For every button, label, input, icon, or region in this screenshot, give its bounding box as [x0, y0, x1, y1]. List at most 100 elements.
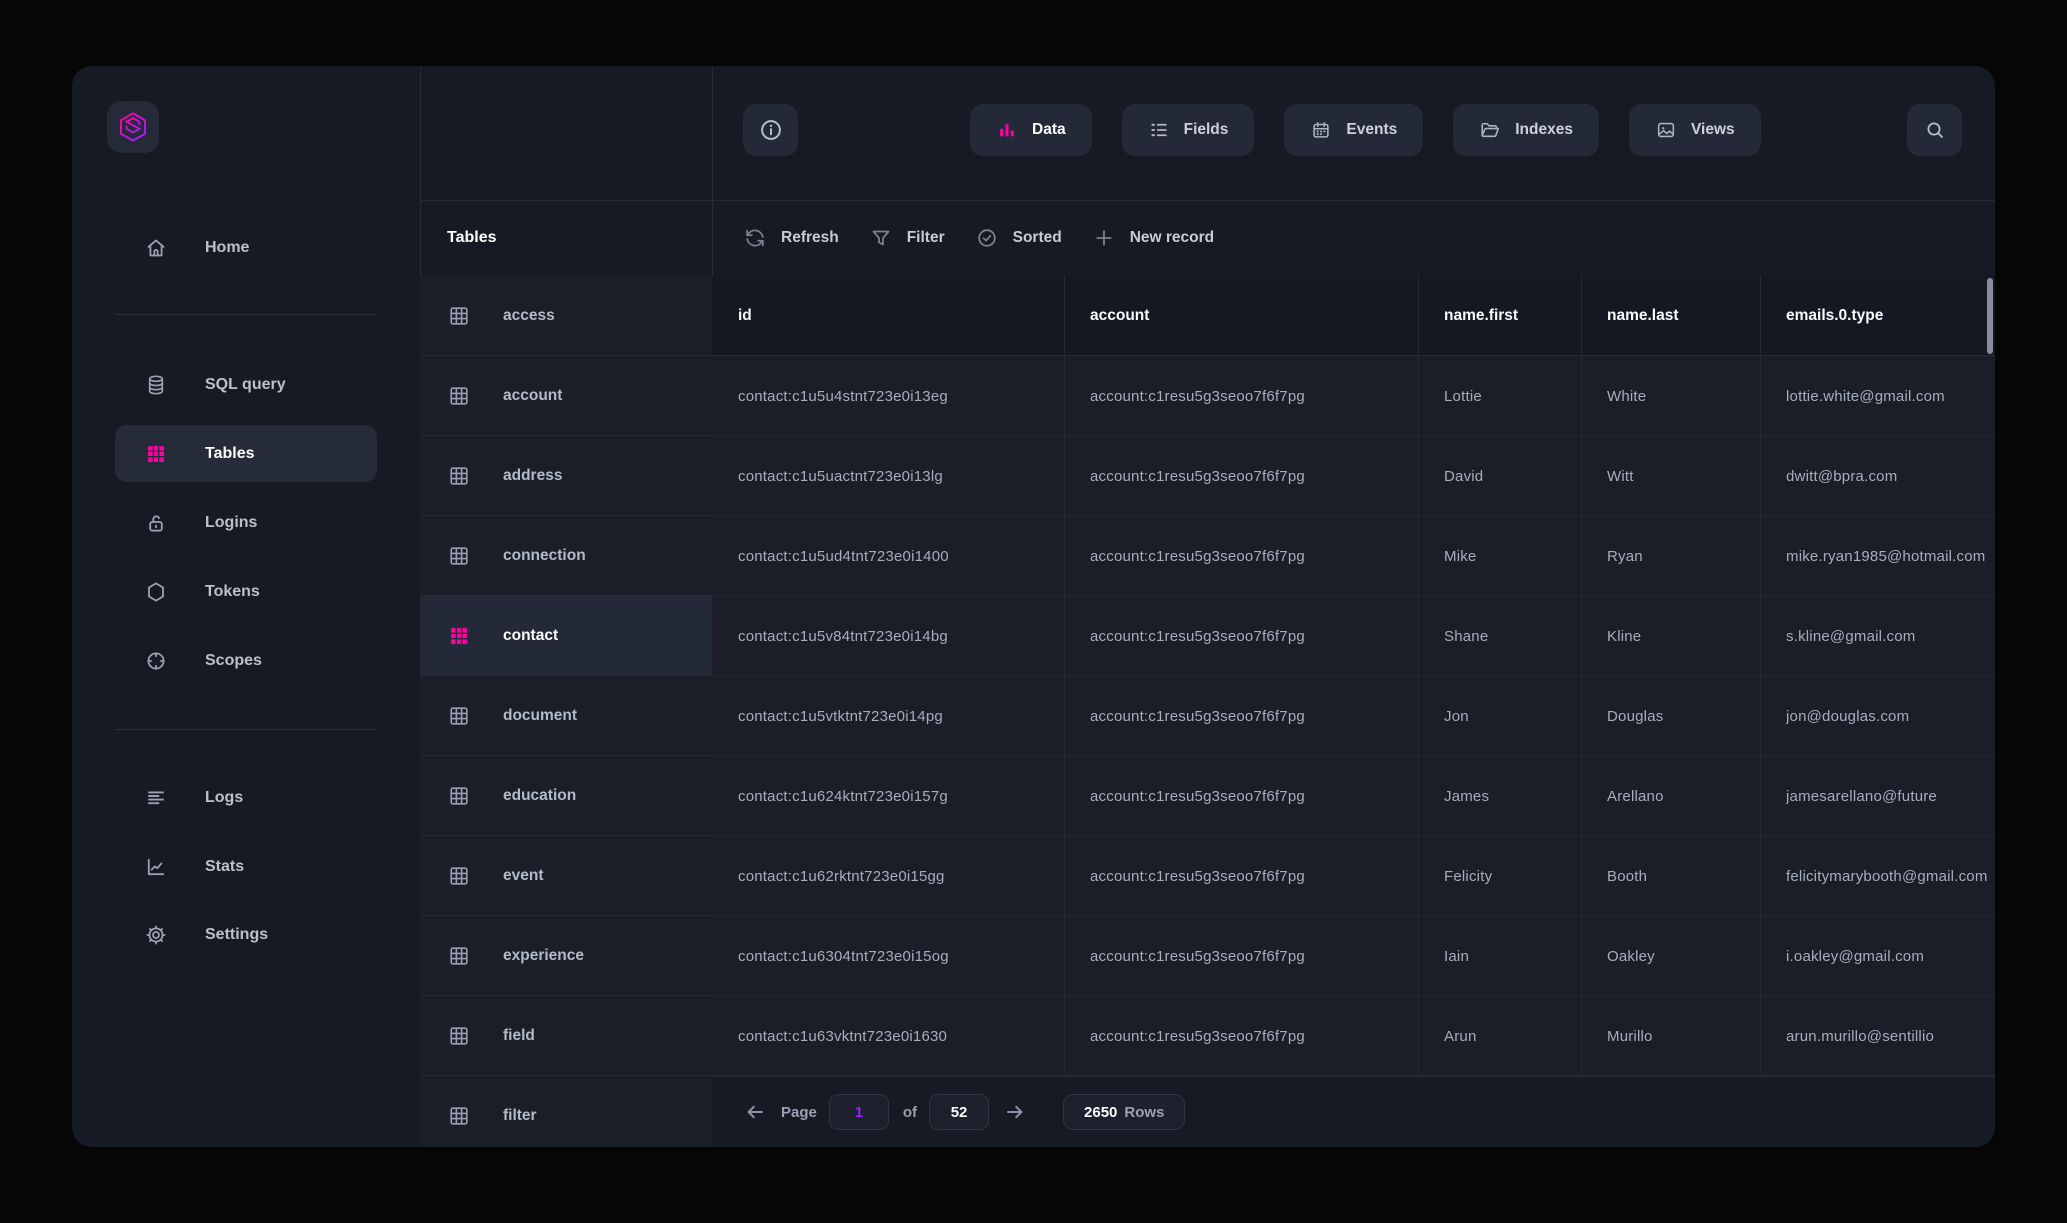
total-pages-box: 52: [929, 1094, 989, 1130]
grid-column-divider: [1418, 276, 1419, 1076]
next-page-button[interactable]: [1003, 1100, 1027, 1124]
sidebar-item-tokens[interactable]: Tokens: [115, 570, 377, 614]
sidebar-item-label: Home: [205, 239, 249, 257]
page-label: Page: [781, 1104, 817, 1121]
cell-first: Jon: [1444, 676, 1575, 756]
rows-label: Rows: [1124, 1104, 1164, 1121]
table-grid-icon: [144, 442, 168, 466]
cell-account: account:c1resu5g3seoo7f6f7pg: [1090, 916, 1412, 996]
table-item-account[interactable]: account: [420, 356, 712, 436]
previous-page-button[interactable]: [743, 1100, 767, 1124]
table-row[interactable]: contact:c1u5vtktnt723e0i14pg account:c1r…: [712, 676, 1995, 756]
sidebar-item-settings[interactable]: Settings: [115, 913, 377, 957]
table-item-experience[interactable]: experience: [420, 916, 712, 996]
cell-account: account:c1resu5g3seoo7f6f7pg: [1090, 356, 1412, 436]
filter-funnel-icon: [869, 226, 893, 250]
scope-crosshair-icon: [144, 649, 168, 673]
cell-first: Mike: [1444, 516, 1575, 596]
cell-last: Booth: [1607, 836, 1754, 916]
cell-last: Murillo: [1607, 996, 1754, 1076]
new-record-label: New record: [1130, 229, 1214, 247]
table-grid-icon: [447, 864, 471, 888]
cell-account: account:c1resu5g3seoo7f6f7pg: [1090, 516, 1412, 596]
cell-first: James: [1444, 756, 1575, 836]
table-row[interactable]: contact:c1u5v84tnt723e0i14bg account:c1r…: [712, 596, 1995, 676]
table-item-label: education: [503, 787, 576, 805]
sidebar-item-stats[interactable]: Stats: [115, 845, 377, 889]
table-row[interactable]: contact:c1u624ktnt723e0i157g account:c1r…: [712, 756, 1995, 836]
table-grid-icon: [447, 1104, 471, 1128]
table-item-document[interactable]: document: [420, 676, 712, 756]
tables-panel: Tables access account address connection…: [420, 66, 712, 1147]
column-header-emails-type[interactable]: emails.0.type: [1786, 276, 1883, 356]
table-item-access[interactable]: access: [420, 276, 712, 356]
sidebar-item-home[interactable]: Home: [115, 226, 377, 270]
cell-last: Kline: [1607, 596, 1754, 676]
new-record-button[interactable]: New record: [1092, 226, 1214, 250]
cell-first: Lottie: [1444, 356, 1575, 436]
table-item-education[interactable]: education: [420, 756, 712, 836]
column-header-name-last[interactable]: name.last: [1607, 276, 1679, 356]
table-item-filter[interactable]: filter: [420, 1076, 712, 1147]
cell-id: contact:c1u5v84tnt723e0i14bg: [738, 596, 1058, 676]
cell-email: dwitt@bpra.com: [1786, 436, 1995, 516]
table-grid-icon: [447, 304, 471, 328]
table-grid-icon: [447, 544, 471, 568]
table-item-field[interactable]: field: [420, 996, 712, 1076]
grid-header-row: id account name.first name.last emails.0…: [712, 276, 1995, 356]
table-grid-icon: [447, 784, 471, 808]
cell-first: David: [1444, 436, 1575, 516]
table-grid-icon: [447, 624, 471, 648]
cell-id: contact:c1u5uactnt723e0i13lg: [738, 436, 1058, 516]
check-circle-icon: [975, 226, 999, 250]
sidebar-divider-top: [115, 314, 377, 315]
page-number-input[interactable]: 1: [829, 1094, 889, 1130]
sidebar-item-label: Tokens: [205, 583, 260, 601]
gear-icon: [144, 923, 168, 947]
sorted-label: Sorted: [1013, 229, 1062, 247]
table-grid-icon: [447, 704, 471, 728]
table-item-label: connection: [503, 547, 586, 565]
table-item-label: field: [503, 1027, 535, 1045]
app-logo[interactable]: [107, 101, 159, 153]
column-header-account[interactable]: account: [1090, 276, 1149, 356]
column-header-id[interactable]: id: [738, 276, 752, 356]
filter-button[interactable]: Filter: [869, 226, 945, 250]
column-header-name-first[interactable]: name.first: [1444, 276, 1518, 356]
table-item-label: access: [503, 307, 555, 325]
table-item-event[interactable]: event: [420, 836, 712, 916]
table-row[interactable]: contact:c1u6304tnt723e0i15og account:c1r…: [712, 916, 1995, 996]
cell-email: lottie.white@gmail.com: [1786, 356, 1995, 436]
sidebar-item-tables[interactable]: Tables: [115, 425, 377, 482]
cell-email: s.kline@gmail.com: [1786, 596, 1995, 676]
table-row[interactable]: contact:c1u5ud4tnt723e0i1400 account:c1r…: [712, 516, 1995, 596]
vertical-scrollbar-thumb[interactable]: [1987, 278, 1993, 354]
cell-email: jon@douglas.com: [1786, 676, 1995, 756]
sidebar-item-logins[interactable]: Logins: [115, 501, 377, 545]
table-row[interactable]: contact:c1u62rktnt723e0i15gg account:c1r…: [712, 836, 1995, 916]
sidebar-item-sql-query[interactable]: SQL query: [115, 363, 377, 407]
database-icon: [144, 373, 168, 397]
grid-column-divider: [1581, 276, 1582, 1076]
sidebar-item-logs[interactable]: Logs: [115, 776, 377, 820]
sidebar-item-label: Scopes: [205, 652, 262, 670]
sidebar-item-label: Logs: [205, 789, 243, 807]
rows-count-badge: 2650 Rows: [1063, 1094, 1185, 1130]
table-row[interactable]: contact:c1u5u4stnt723e0i13eg account:c1r…: [712, 356, 1995, 436]
cell-first: Felicity: [1444, 836, 1575, 916]
table-row[interactable]: contact:c1u5uactnt723e0i13lg account:c1r…: [712, 436, 1995, 516]
refresh-button[interactable]: Refresh: [743, 226, 839, 250]
table-item-contact[interactable]: contact: [420, 596, 712, 676]
cell-account: account:c1resu5g3seoo7f6f7pg: [1090, 676, 1412, 756]
table-row[interactable]: contact:c1u63vktnt723e0i1630 account:c1r…: [712, 996, 1995, 1076]
table-item-address[interactable]: address: [420, 436, 712, 516]
cell-email: mike.ryan1985@hotmail.com: [1786, 516, 1995, 596]
sidebar-divider-bottom: [115, 729, 377, 730]
surreal-logo-icon: [117, 111, 149, 143]
cell-first: Arun: [1444, 996, 1575, 1076]
plus-icon: [1092, 226, 1116, 250]
sidebar-item-scopes[interactable]: Scopes: [115, 639, 377, 683]
table-item-connection[interactable]: connection: [420, 516, 712, 596]
sorted-button[interactable]: Sorted: [975, 226, 1062, 250]
table-item-label: address: [503, 467, 562, 485]
